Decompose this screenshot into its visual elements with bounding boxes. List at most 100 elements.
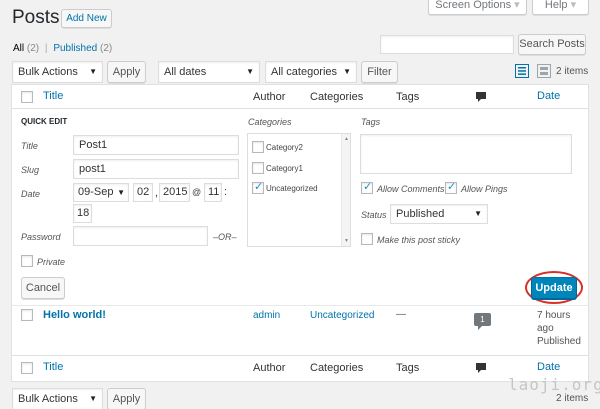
- sticky-label: Make this post sticky: [377, 235, 461, 245]
- status-select[interactable]: Published ▼: [390, 204, 488, 224]
- date-filter-value: All dates: [164, 66, 207, 78]
- password-field-label: Password: [21, 232, 61, 242]
- post-author-link[interactable]: admin: [253, 310, 280, 321]
- date-filter-select[interactable]: All dates ▼: [158, 61, 260, 83]
- search-input[interactable]: [380, 35, 514, 54]
- category-label-category1: Category1: [266, 164, 303, 173]
- title-field[interactable]: Post1: [73, 135, 239, 155]
- allow-pings-checkbox[interactable]: [445, 180, 457, 194]
- apply-button-bottom[interactable]: Apply: [107, 388, 146, 409]
- post-tags-value: —: [396, 309, 406, 320]
- checklist-scrollbar[interactable]: ▲ ▼: [341, 134, 350, 246]
- filter-published-link[interactable]: Published (2): [53, 43, 112, 54]
- comment-badge-tail: [478, 326, 482, 330]
- quick-edit-divider: [11, 305, 589, 306]
- column-tags-header: Tags: [396, 91, 420, 103]
- select-all-checkbox-bottom[interactable]: [21, 362, 33, 374]
- category-checkbox-category1[interactable]: [252, 162, 264, 174]
- date-month-value: 09-Sep: [78, 186, 114, 198]
- column-date-header[interactable]: Date: [537, 90, 560, 102]
- column-author-footer: Author: [253, 362, 286, 374]
- bulk-actions-select-top[interactable]: Bulk Actions ▼: [12, 61, 103, 83]
- comment-count: 1: [480, 315, 485, 324]
- date-minute-field[interactable]: 18: [73, 204, 92, 223]
- filter-all-label: All: [13, 43, 25, 54]
- chevron-down-icon: ▾: [514, 0, 520, 11]
- date-field-label: Date: [21, 189, 41, 199]
- bulk-actions-value: Bulk Actions: [18, 66, 78, 78]
- post-date-status: Published: [537, 336, 581, 347]
- status-value: Published: [396, 208, 445, 220]
- excerpt-view-icon[interactable]: [537, 64, 551, 78]
- post-date: 7 hours ago Published: [537, 309, 581, 348]
- screen-options-button[interactable]: Screen Options ▾: [428, 0, 527, 15]
- column-categories-header: Categories: [310, 91, 364, 103]
- private-checkbox[interactable]: [21, 255, 33, 267]
- cancel-button[interactable]: Cancel: [21, 277, 65, 299]
- status-filter-links: All (2) | Published (2): [13, 43, 112, 54]
- allow-comments-checkbox[interactable]: [361, 180, 373, 194]
- date-month-select[interactable]: 09-Sep ▼: [73, 183, 129, 202]
- post-title-link[interactable]: Hello world!: [43, 309, 106, 321]
- category-filter-select[interactable]: All categories ▼: [265, 61, 357, 83]
- filter-published-count: (2): [100, 43, 113, 54]
- private-label: Private: [37, 257, 66, 267]
- post-date-line2: ago: [537, 323, 554, 334]
- sticky-checkbox[interactable]: [361, 233, 373, 245]
- post-row-checkbox[interactable]: [21, 309, 33, 321]
- tags-textarea[interactable]: [360, 134, 572, 174]
- filter-button[interactable]: Filter: [361, 61, 398, 83]
- chevron-down-icon: ▼: [89, 67, 97, 76]
- column-title-header[interactable]: Title: [43, 90, 63, 102]
- chevron-down-icon: ▼: [117, 188, 125, 197]
- column-title-footer[interactable]: Title: [43, 361, 63, 373]
- add-new-button[interactable]: Add New: [61, 9, 112, 28]
- screen-options-label: Screen Options: [435, 0, 512, 11]
- category-checkbox-category2[interactable]: [252, 141, 264, 153]
- category-label-uncategorized: Uncategorized: [266, 184, 318, 193]
- scroll-down-arrow-icon[interactable]: ▼: [344, 238, 349, 244]
- bulk-actions-select-bottom[interactable]: Bulk Actions ▼: [12, 388, 103, 409]
- chevron-down-icon: ▼: [246, 67, 254, 76]
- category-filter-value: All categories: [271, 66, 338, 78]
- filter-all-count: (2): [26, 43, 40, 54]
- comment-bubble-icon[interactable]: [475, 362, 487, 374]
- category-checkbox-uncategorized[interactable]: [252, 180, 264, 194]
- date-year-field[interactable]: 2015: [159, 183, 190, 202]
- filter-published-label: Published: [53, 43, 98, 54]
- chevron-down-icon: ▼: [343, 67, 351, 76]
- list-view-icon[interactable]: [515, 64, 529, 78]
- apply-button-top[interactable]: Apply: [107, 61, 146, 83]
- page-title: Posts: [12, 7, 60, 28]
- comment-bubble-icon[interactable]: [475, 91, 487, 103]
- footer-divider: [11, 355, 589, 356]
- date-day-field[interactable]: 02: [133, 183, 153, 202]
- password-field[interactable]: [73, 226, 208, 246]
- column-categories-footer: Categories: [310, 362, 364, 374]
- filter-all-link[interactable]: All (2): [13, 43, 39, 54]
- search-posts-button[interactable]: Search Posts: [518, 34, 586, 55]
- quick-edit-heading: QUICK EDIT: [21, 117, 68, 126]
- help-button[interactable]: Help ▾: [532, 0, 589, 15]
- date-hour-field[interactable]: 11: [204, 183, 222, 202]
- slug-field[interactable]: post1: [73, 159, 239, 179]
- slug-field-label: Slug: [21, 165, 40, 175]
- tags-label: Tags: [361, 117, 381, 127]
- date-comma: ,: [155, 187, 159, 199]
- date-colon: :: [224, 186, 228, 198]
- update-button[interactable]: Update: [531, 277, 577, 299]
- scroll-up-arrow-icon[interactable]: ▲: [344, 136, 349, 142]
- post-category-link[interactable]: Uncategorized: [310, 310, 374, 321]
- column-author-header: Author: [253, 91, 286, 103]
- date-at-sign: @: [192, 187, 202, 197]
- items-count-top: 2 items: [556, 66, 589, 77]
- status-label: Status: [361, 210, 387, 220]
- comment-count-badge[interactable]: 1: [474, 313, 491, 326]
- bulk-actions-value-bottom: Bulk Actions: [18, 393, 78, 405]
- watermark: laoji.org: [508, 375, 600, 394]
- column-date-footer[interactable]: Date: [537, 361, 560, 373]
- allow-pings-label: Allow Pings: [461, 184, 508, 194]
- chevron-down-icon: ▼: [89, 394, 97, 403]
- header-divider: [11, 108, 589, 109]
- select-all-checkbox-top[interactable]: [21, 91, 33, 103]
